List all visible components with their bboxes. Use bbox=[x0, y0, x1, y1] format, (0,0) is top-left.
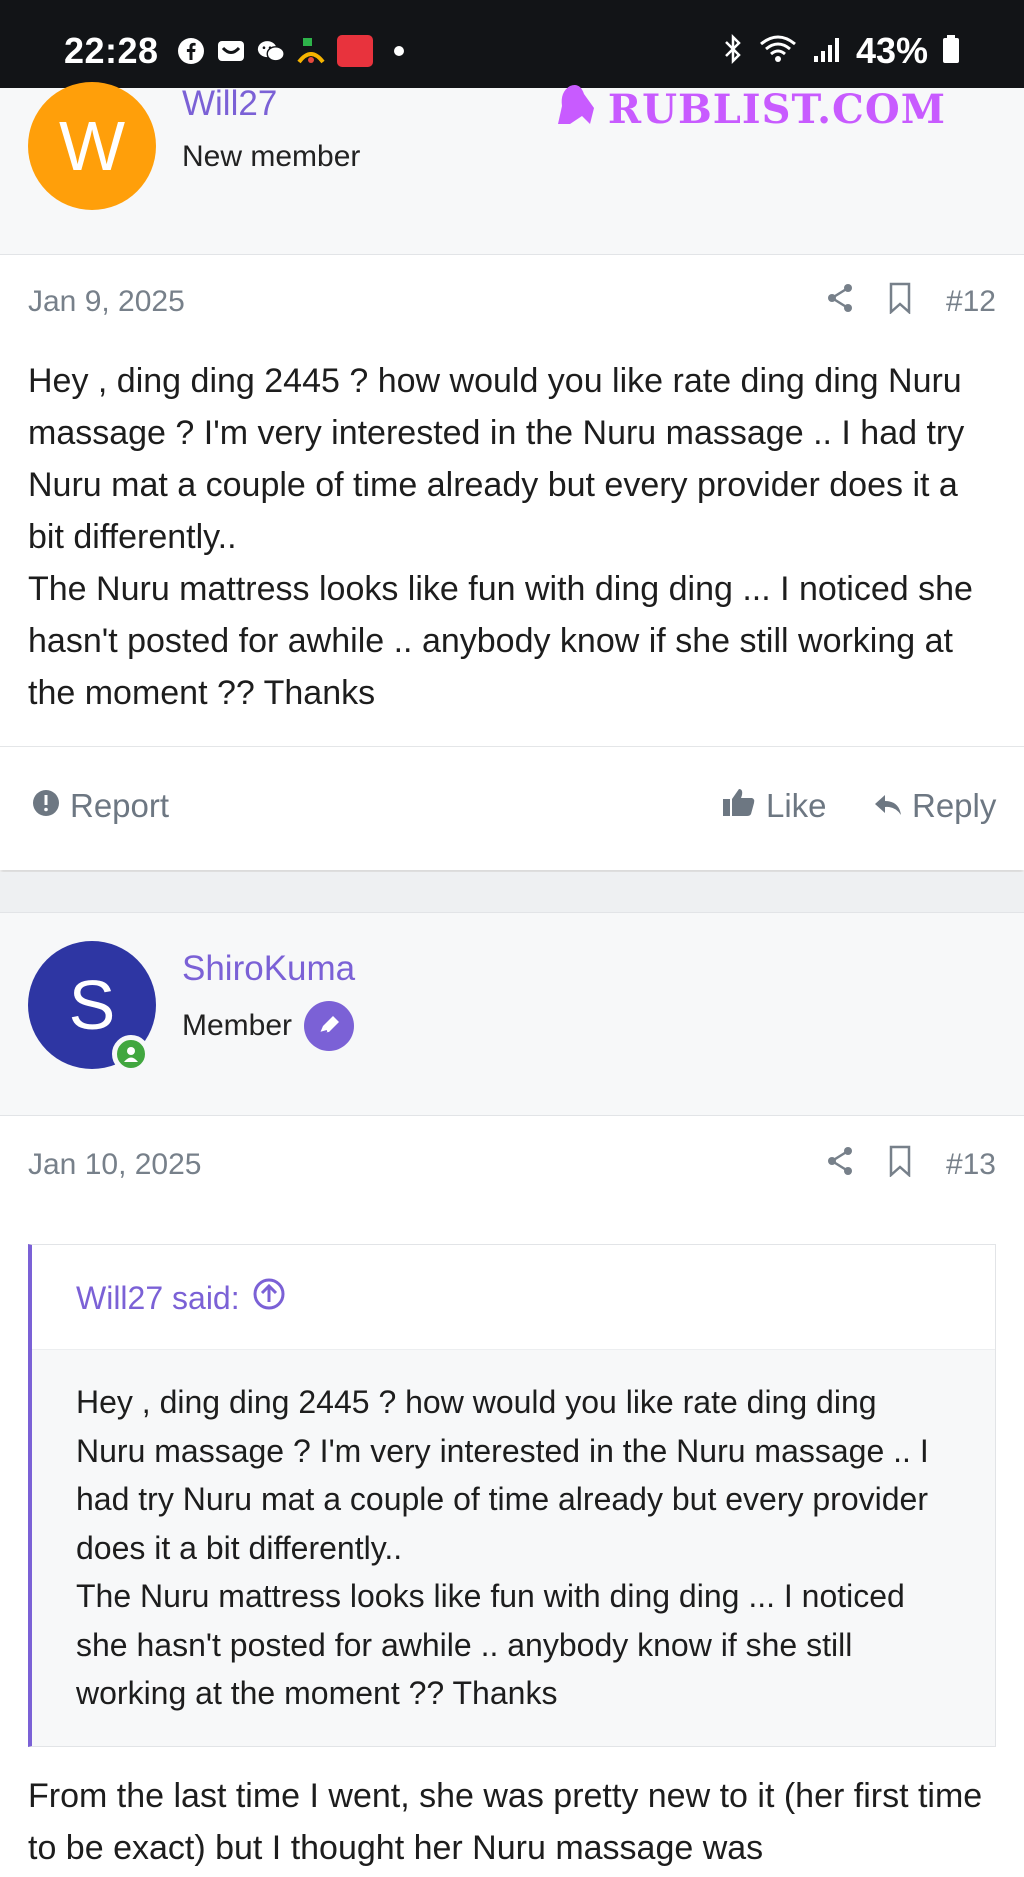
post-body: From the last time I went, she was prett… bbox=[28, 1770, 1003, 1874]
user-title: New member bbox=[182, 140, 360, 174]
post-paragraph: The Nuru mattress looks like fun with di… bbox=[28, 570, 973, 712]
watermark-logo-icon bbox=[550, 78, 602, 140]
like-label: Like bbox=[766, 787, 827, 824]
quote-paragraph: The Nuru mattress looks like fun with di… bbox=[76, 1578, 905, 1711]
bookmark-icon[interactable] bbox=[888, 1145, 912, 1185]
notification-badge-icon bbox=[336, 35, 374, 67]
user-title: Member bbox=[182, 1001, 355, 1051]
battery-icon bbox=[942, 34, 960, 69]
user-title-label: Member bbox=[182, 1009, 293, 1042]
user-title-label: New member bbox=[182, 140, 361, 173]
post-paragraph: From the last time I went, she was prett… bbox=[28, 1777, 983, 1867]
quote-author: Will27 said: bbox=[76, 1279, 240, 1316]
watermark: RUBLIST.COM bbox=[550, 78, 946, 140]
watermark-text: RUBLIST.COM bbox=[607, 85, 946, 133]
reply-icon bbox=[874, 787, 902, 825]
post-separator bbox=[0, 872, 1024, 912]
quote-body: Hey , ding ding 2445 ? how would you lik… bbox=[32, 1350, 995, 1746]
report-icon bbox=[32, 787, 60, 825]
wifi-icon bbox=[758, 33, 798, 70]
post-number[interactable]: #13 bbox=[946, 1148, 996, 1182]
quote-header: Will27 said: bbox=[32, 1245, 995, 1350]
dot-icon bbox=[384, 36, 414, 66]
arrow-up-circle-icon[interactable] bbox=[252, 1277, 286, 1319]
share-icon[interactable] bbox=[826, 283, 854, 321]
quote-paragraph: Hey , ding ding 2445 ? how would you lik… bbox=[76, 1384, 929, 1566]
mail-icon bbox=[216, 36, 246, 66]
report-button[interactable]: Report bbox=[32, 787, 169, 825]
status-right: 43% bbox=[722, 30, 960, 72]
report-label: Report bbox=[70, 787, 170, 824]
post-tools: #12 bbox=[826, 282, 996, 322]
quote-block: Will27 said: Hey , ding ding 2445 ? how … bbox=[28, 1244, 996, 1747]
post-number[interactable]: #12 bbox=[946, 285, 996, 319]
facebook-icon bbox=[176, 36, 206, 66]
reply-label: Reply bbox=[912, 787, 997, 824]
post-body: Hey , ding ding 2445 ? how would you lik… bbox=[28, 355, 1003, 719]
status-bar: 22:28 43% bbox=[0, 0, 1024, 88]
notification-icons bbox=[176, 35, 414, 67]
post-date[interactable]: Jan 10, 2025 bbox=[28, 1148, 201, 1182]
avatar[interactable]: W bbox=[28, 82, 156, 210]
post-paragraph: Hey , ding ding 2445 ? how would you lik… bbox=[28, 362, 965, 556]
reply-button[interactable]: Reply bbox=[874, 787, 996, 825]
share-icon[interactable] bbox=[826, 1146, 854, 1184]
post-tools: #13 bbox=[826, 1145, 996, 1185]
post-actions: Report Like Reply bbox=[0, 746, 1024, 870]
online-status-icon bbox=[112, 1035, 150, 1073]
app-icon bbox=[296, 36, 326, 66]
username[interactable]: Will27 bbox=[182, 84, 277, 124]
bluetooth-icon bbox=[722, 33, 744, 70]
username[interactable]: ShiroKuma bbox=[182, 949, 355, 989]
like-button[interactable]: Like bbox=[722, 787, 827, 825]
status-time: 22:28 bbox=[64, 30, 159, 71]
post-13-user-bar: S ShiroKuma Member bbox=[0, 912, 1024, 1116]
wechat-icon bbox=[256, 36, 286, 66]
bookmark-icon[interactable] bbox=[888, 282, 912, 322]
quote-author-link[interactable]: Will27 said: bbox=[76, 1277, 286, 1319]
post-date[interactable]: Jan 9, 2025 bbox=[28, 285, 185, 319]
verified-badge-icon bbox=[304, 1001, 355, 1051]
signal-icon bbox=[812, 34, 842, 69]
battery-percent: 43% bbox=[855, 30, 928, 71]
thumbs-up-icon bbox=[722, 787, 756, 825]
